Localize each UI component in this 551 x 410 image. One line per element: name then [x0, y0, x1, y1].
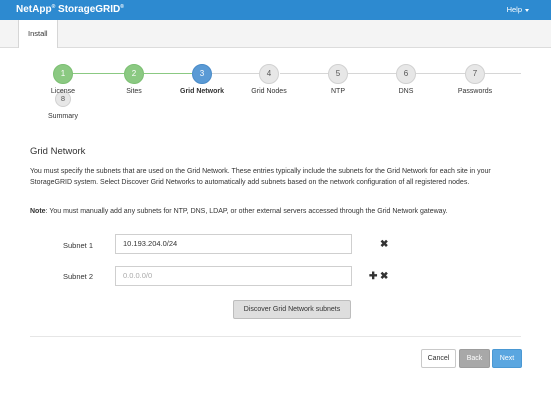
brand-logo: NetApp® StorageGRID® [16, 4, 124, 15]
step-label-ntp: NTP [331, 88, 345, 95]
subnet-1-input[interactable]: 10.193.204.0/24 [115, 234, 352, 254]
remove-subnet-2-icon[interactable]: ✖ [380, 272, 388, 282]
step-7-passwords: 7 [465, 64, 485, 84]
add-subnet-icon[interactable]: ✚ [369, 272, 377, 282]
tab-install[interactable]: Install [18, 20, 58, 48]
step-2-sites[interactable]: 2 [124, 64, 144, 84]
cancel-button[interactable]: Cancel [421, 349, 456, 368]
step-connector-6-7 [416, 73, 465, 74]
help-label: Help [506, 5, 522, 14]
step-connector-5-6 [348, 73, 396, 74]
step-label-grid-nodes: Grid Nodes [251, 88, 287, 95]
subnet-2-input[interactable]: 0.0.0.0/0 [115, 266, 352, 286]
brand-company: NetApp [16, 4, 52, 15]
help-menu[interactable]: Help [507, 5, 529, 14]
discover-grid-network-subnets-button[interactable]: Discover Grid Network subnets [233, 300, 351, 319]
note-body: : You must manually add any subnets for … [45, 208, 448, 215]
step-1-license[interactable]: 1 [53, 64, 73, 84]
step-connector-2-3 [144, 73, 192, 74]
step-label-passwords: Passwords [457, 88, 493, 95]
tab-bar: Install [0, 20, 551, 48]
step-label-summary: Summary [48, 113, 78, 120]
step-connector-3-4 [212, 73, 260, 74]
intro-text: You must specify the subnets that are us… [30, 168, 491, 186]
step-connector-1-2 [72, 73, 124, 74]
remove-subnet-1-icon[interactable]: ✖ [380, 240, 388, 250]
brand-registered-mark: ® [51, 4, 56, 10]
subnet-2-label: Subnet 2 [63, 272, 94, 281]
step-label-grid-network: Grid Network [180, 88, 224, 95]
brand-product: StorageGRID [58, 4, 121, 15]
step-label-license: License [50, 88, 76, 95]
chevron-down-icon [525, 8, 529, 12]
step-5-ntp: 5 [328, 64, 348, 84]
step-label-dns: DNS [398, 88, 414, 95]
divider [30, 336, 521, 337]
back-button[interactable]: Back [459, 349, 490, 368]
step-6-dns: 6 [396, 64, 416, 84]
step-connector-7-end [485, 73, 521, 74]
subnet-1-label: Subnet 1 [63, 241, 94, 250]
note-text: Note: You must manually add any subnets … [30, 208, 525, 215]
note-label: Note [30, 208, 46, 215]
next-button[interactable]: Next [492, 349, 522, 368]
step-label-sites: Sites [126, 88, 142, 95]
page-title: Grid Network [30, 146, 86, 157]
step-4-grid-nodes: 4 [259, 64, 279, 84]
top-bar: NetApp® StorageGRID® Help [0, 0, 551, 20]
step-connector-4-5 [280, 73, 328, 74]
step-3-grid-network[interactable]: 3 [192, 64, 212, 84]
brand-registered-mark-2: ® [120, 4, 124, 10]
